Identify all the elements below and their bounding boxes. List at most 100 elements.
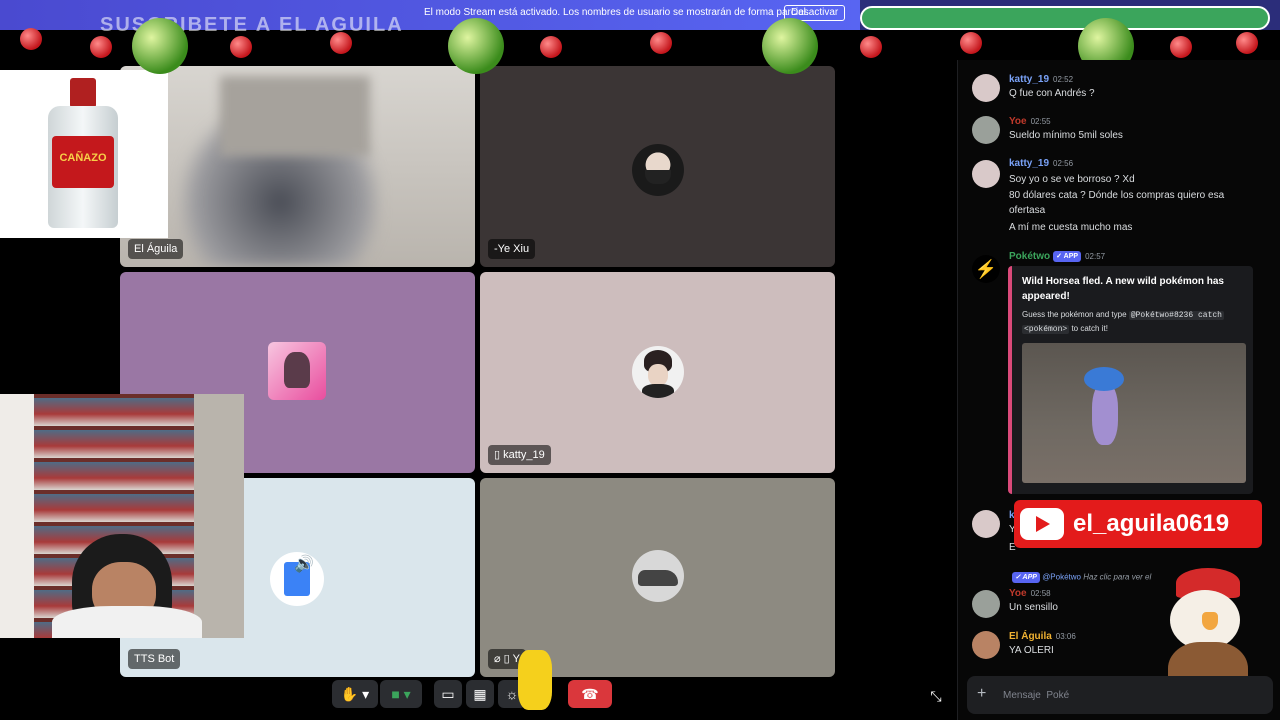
app-root: SUSCRIBETE A EL AGUILA El modo Stream es… [0, 0, 1280, 720]
tile-label: TTS Bot [128, 649, 181, 669]
bottle-label: CAÑAZO [52, 136, 114, 188]
message-text: ofertasa [1009, 205, 1046, 216]
timestamp: 02:52 [1053, 75, 1074, 84]
author-text: katty_19 [1009, 74, 1050, 85]
eagle-beak [1202, 612, 1218, 630]
author-text: katty_19 [1009, 158, 1050, 169]
embed-text-after: to catch it! [1071, 324, 1108, 333]
youtube-channel-badge: el_aguila0619 [1014, 500, 1262, 548]
avatar-face [648, 364, 668, 386]
stream-notice-bar: SUSCRIBETE A EL AGUILA El modo Stream es… [0, 0, 1280, 36]
avatar [972, 74, 1000, 102]
author-text: Pokétwo [1009, 251, 1051, 263]
ornament-ball-red [650, 32, 672, 54]
app-badge: ✓ APP [1012, 572, 1040, 583]
author-name[interactable]: El Águila 03:06 [1009, 631, 1076, 642]
ornament-ball-red [540, 36, 562, 58]
avatar [268, 342, 326, 400]
message-text: Un sensillo [1009, 602, 1058, 613]
avatar [632, 346, 684, 398]
author-text: Yoe [1009, 116, 1027, 127]
video-tile-katty[interactable]: ▯ katty_19 [480, 272, 835, 473]
ornament-ball-red [90, 36, 112, 58]
timestamp: 02:55 [1030, 117, 1051, 126]
pokemon-embed: Wild Horsea fled. A new wild pokémon has… [1008, 266, 1253, 494]
bottle-brand: CAÑAZO [59, 152, 107, 164]
message-text: 80 dólares cata ? Dónde los compras quie… [1009, 190, 1225, 201]
timestamp: 02:58 [1030, 589, 1051, 598]
webcam-person-shirt [52, 606, 202, 638]
message-text: Sueldo mínimo 5mil soles [1009, 130, 1123, 141]
ornament-ball-red [1170, 36, 1192, 58]
timestamp: 02:57 [1085, 252, 1106, 262]
pokemon-bot-avatar: ⚡ [972, 255, 1000, 283]
embed-text-before: Guess the pokémon and type [1022, 310, 1127, 319]
embed-code-1: @Pokétwo#8236 catch [1128, 311, 1224, 320]
avatar [632, 144, 684, 196]
avatar-figure [284, 352, 310, 388]
ornament-ball-red [860, 36, 882, 58]
message-text: Soy yo o se ve borroso ? Xd [1009, 174, 1135, 185]
tile-label: El Águila [128, 239, 184, 259]
tile-label: ▯ katty_19 [488, 445, 551, 465]
ornament-ball-red [230, 36, 252, 58]
fullscreen-exit-icon[interactable]: ⤡ [924, 682, 948, 710]
pokemon-sprite-head [1084, 367, 1124, 391]
message-composer: + [967, 676, 1273, 714]
product-overlay: CAÑAZO [0, 70, 168, 238]
stream-notice-text: El modo Stream está activado. Los nombre… [424, 7, 809, 18]
youtube-handle: el_aguila0619 [1073, 510, 1230, 537]
avatar [972, 116, 1000, 144]
ornament-ball-red [960, 32, 982, 54]
screen-share-button[interactable]: ▭ [434, 680, 462, 708]
pikachu-body [518, 650, 552, 710]
message-text: YA OLERI [1009, 645, 1054, 656]
mask-shape [645, 170, 671, 184]
avatar [632, 550, 684, 602]
message-input[interactable] [1003, 686, 1153, 704]
avatar [972, 631, 1000, 659]
ornament-ball-red [20, 28, 42, 50]
avatar [972, 510, 1000, 538]
pokemon-sprite-body [1092, 383, 1118, 445]
author-text: Yoe [1009, 588, 1027, 599]
disconnect-button[interactable]: ☎ [568, 680, 612, 708]
message-text: A mí me cuesta mucho mas [1009, 222, 1133, 233]
embed-image[interactable] [1022, 343, 1246, 483]
timestamp: 03:06 [1055, 632, 1076, 641]
author-name[interactable]: Yoe 02:55 [1009, 116, 1051, 127]
author-name[interactable]: Yoe 02:58 [1009, 588, 1051, 599]
author-name[interactable]: katty_19 02:56 [1009, 158, 1073, 169]
activities-button[interactable]: ▦ [466, 680, 494, 708]
embed-text: Guess the pokémon and type @Pokétwo#8236… [1022, 308, 1247, 336]
avatar [972, 160, 1000, 188]
blurred-shelf [220, 76, 370, 156]
author-name[interactable]: katty_19 02:52 [1009, 74, 1073, 85]
raise-hand-button[interactable]: ✋ ▾ [332, 680, 378, 708]
embed-code-2: <pokémon> [1022, 325, 1070, 334]
bottle-cap [70, 78, 96, 108]
video-tile-ye-xiu[interactable]: -Ye Xiu [480, 66, 835, 267]
car-shape [638, 570, 678, 586]
app-badge: ✓ APP [1053, 251, 1082, 262]
deactivate-stream-button[interactable]: Desactivar [784, 5, 846, 21]
youtube-play-icon [1020, 508, 1064, 540]
reply-author: @Pokétwo [1042, 572, 1081, 582]
webcam-shelf-left [0, 394, 34, 638]
webcam-overlay [0, 394, 244, 638]
phone-icon: ▯ [494, 449, 504, 461]
speaker-icon: 🔊 [294, 556, 314, 573]
document-icon: 🔊 [270, 552, 324, 606]
overlay-banner-right [860, 6, 1270, 30]
author-text: El Águila [1009, 631, 1052, 642]
message-text: Q fue con Andrés ? [1009, 88, 1095, 99]
camera-button[interactable]: ■ ▾ [380, 680, 422, 708]
ornament-ball-red [1236, 32, 1258, 54]
author-name[interactable]: Pokétwo ✓ APP 02:57 [1009, 251, 1105, 262]
overlay-title: SUSCRIBETE A EL AGUILA [100, 14, 404, 36]
add-attachment-icon[interactable]: + [977, 685, 986, 703]
timestamp: 02:56 [1053, 159, 1074, 168]
video-tile-el-aguila[interactable]: El Águila [120, 66, 475, 267]
avatar-body [642, 384, 674, 398]
reply-line: ✓ APP @Pokétwo Haz clic para ver el [1009, 572, 1151, 583]
